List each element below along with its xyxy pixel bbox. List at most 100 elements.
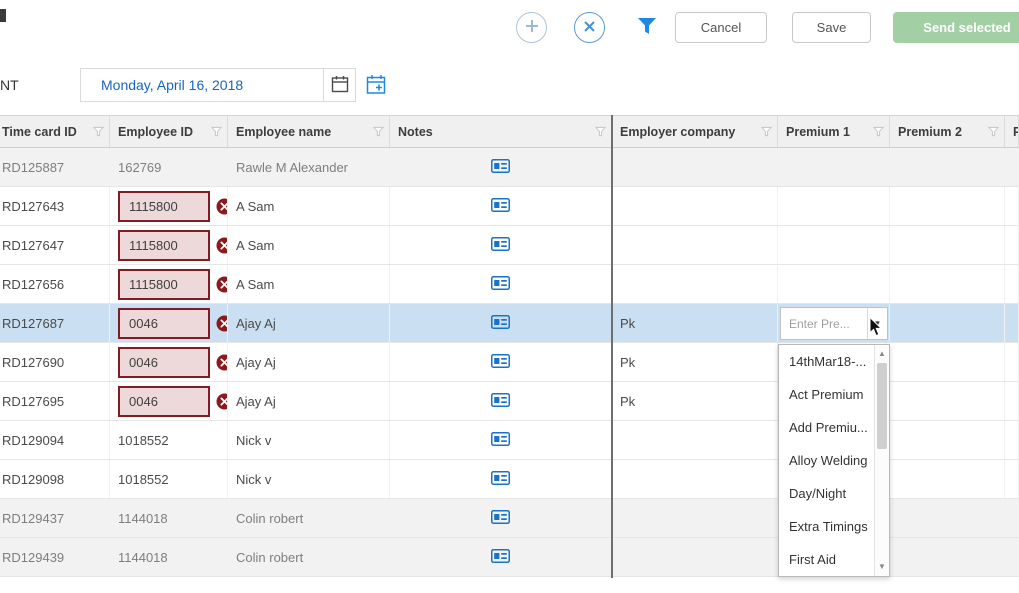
time-card-id-cell: RD127647 (0, 226, 110, 264)
column-header-employer-company[interactable]: Employer company (612, 116, 778, 147)
table-row[interactable]: RD1276870046Ajay AjPkEnter Pre...▼ (0, 304, 1019, 343)
truncated-cell (1005, 187, 1019, 225)
employee-id-invalid-field[interactable]: 1115800 (118, 269, 210, 300)
calendar-button[interactable] (323, 68, 356, 102)
premium-2-cell (890, 226, 1005, 264)
time-card-id-cell: RD129098 (0, 460, 110, 498)
date-value: Monday, April 16, 2018 (101, 77, 243, 93)
filter-button[interactable] (635, 14, 659, 41)
scroll-down-icon[interactable]: ▼ (875, 560, 889, 574)
column-header-premium-1[interactable]: Premium 1 (778, 116, 890, 147)
scroll-up-icon[interactable]: ▲ (875, 347, 889, 361)
notes-button[interactable] (491, 549, 510, 566)
time-card-id-cell: RD127656 (0, 265, 110, 303)
table-row[interactable]: RD125887162769Rawle M Alexander (0, 148, 1019, 187)
notes-cell (390, 460, 612, 498)
premium-1-cell (778, 226, 890, 264)
notes-cell (390, 538, 612, 576)
column-filter-icon[interactable] (988, 126, 999, 137)
filter-icon (635, 14, 659, 41)
dropdown-option[interactable]: Add Premiu... (779, 411, 874, 444)
premium-1-cell (778, 265, 890, 303)
truncated-cell (1005, 460, 1019, 498)
employer-company: Pk (620, 355, 635, 370)
table-row[interactable]: RD1276471115800A Sam (0, 226, 1019, 265)
employee-name-cell: A Sam (228, 265, 390, 303)
column-filter-icon[interactable] (373, 126, 384, 137)
time-card-id-cell: RD129437 (0, 499, 110, 537)
dropdown-option[interactable]: First Aid (779, 543, 874, 576)
employer-company-cell (612, 148, 778, 186)
employee-id-invalid-field[interactable]: 0046 (118, 308, 210, 339)
column-header-time-card-id[interactable]: Time card ID (0, 116, 110, 147)
cancel-button[interactable]: Cancel (675, 12, 767, 43)
notes-button[interactable] (491, 471, 510, 488)
notes-cell (390, 226, 612, 264)
notes-button[interactable] (491, 354, 510, 371)
error-icon (216, 315, 228, 332)
dropdown-option[interactable]: 14thMar18-... (779, 345, 874, 378)
employee-id-cell: 1144018 (110, 538, 228, 576)
scrollbar-thumb[interactable] (877, 363, 887, 449)
column-header-label: Premium 1 (786, 125, 873, 139)
table-row[interactable]: RD127656 1115800 A Sam (0, 265, 1019, 304)
premium-2-cell (890, 343, 1005, 381)
premium-1-cell (778, 148, 890, 186)
table-row[interactable]: RD1276431115800A Sam (0, 187, 1019, 226)
column-filter-icon[interactable] (873, 126, 884, 137)
employee-id-cell: 0046 (110, 382, 228, 420)
employee-id: 0046 (129, 316, 158, 331)
premium-1-cell: Enter Pre...▼ (778, 304, 890, 342)
notes-button[interactable] (491, 276, 510, 293)
dropdown-option[interactable]: Day/Night (779, 477, 874, 510)
frozen-column-divider (611, 115, 613, 578)
dropdown-scrollbar[interactable]: ▲ ▼ (874, 345, 889, 576)
column-filter-icon[interactable] (93, 126, 104, 137)
deselect-all-button[interactable] (574, 12, 605, 43)
employee-id: 0046 (129, 394, 158, 409)
time-card-id-cell: RD127690 (0, 343, 110, 381)
employee-id-invalid-field[interactable]: 1115800 (118, 230, 210, 261)
time-card-id: RD127647 (2, 238, 64, 253)
notes-button[interactable] (491, 237, 510, 254)
add-button[interactable] (516, 12, 547, 43)
notes-button[interactable] (491, 315, 510, 332)
notes-button[interactable] (491, 432, 510, 449)
date-field[interactable]: Monday, April 16, 2018 (80, 68, 324, 102)
column-header-premium-2[interactable]: Premium 2 (890, 116, 1005, 147)
dropdown-option[interactable]: Alloy Welding (779, 444, 874, 477)
column-filter-icon[interactable] (211, 126, 222, 137)
note-icon (491, 549, 510, 566)
employee-id-invalid-field[interactable]: 0046 (118, 386, 210, 417)
employee-id-invalid-field[interactable]: 0046 (118, 347, 210, 378)
notes-button[interactable] (491, 393, 510, 410)
premium-dropdown: 14thMar18-...Act PremiumAdd Premiu...All… (778, 344, 890, 577)
column-header-label: Employer company (620, 125, 761, 139)
column-header-employee-name[interactable]: Employee name (228, 116, 390, 147)
premium-1-cell (778, 187, 890, 225)
notes-button[interactable] (491, 198, 510, 215)
employee-name: Rawle M Alexander (236, 160, 348, 175)
notes-cell (390, 382, 612, 420)
dropdown-option[interactable]: Act Premium (779, 378, 874, 411)
column-header-label: Employee ID (118, 125, 211, 139)
employee-id-invalid-field[interactable]: 1115800 (118, 191, 210, 222)
column-header-employee-id[interactable]: Employee ID (110, 116, 228, 147)
time-card-id: RD127690 (2, 355, 64, 370)
add-date-button[interactable] (361, 70, 392, 101)
column-filter-icon[interactable] (595, 126, 606, 137)
chevron-down-icon[interactable]: ▼ (867, 308, 887, 339)
column-header-p[interactable]: P (1005, 116, 1019, 147)
premium-2-cell (890, 265, 1005, 303)
notes-button[interactable] (491, 159, 510, 176)
column-header-notes[interactable]: Notes (390, 116, 612, 147)
note-icon (491, 315, 510, 332)
truncated-cell (1005, 148, 1019, 186)
premium-combobox[interactable]: Enter Pre...▼ (780, 307, 888, 340)
send-selected-button[interactable]: Send selected (893, 12, 1019, 43)
column-header-label: Employee name (236, 125, 373, 139)
notes-button[interactable] (491, 510, 510, 527)
dropdown-option[interactable]: Extra Timings (779, 510, 874, 543)
column-filter-icon[interactable] (761, 126, 772, 137)
save-button[interactable]: Save (792, 12, 871, 43)
